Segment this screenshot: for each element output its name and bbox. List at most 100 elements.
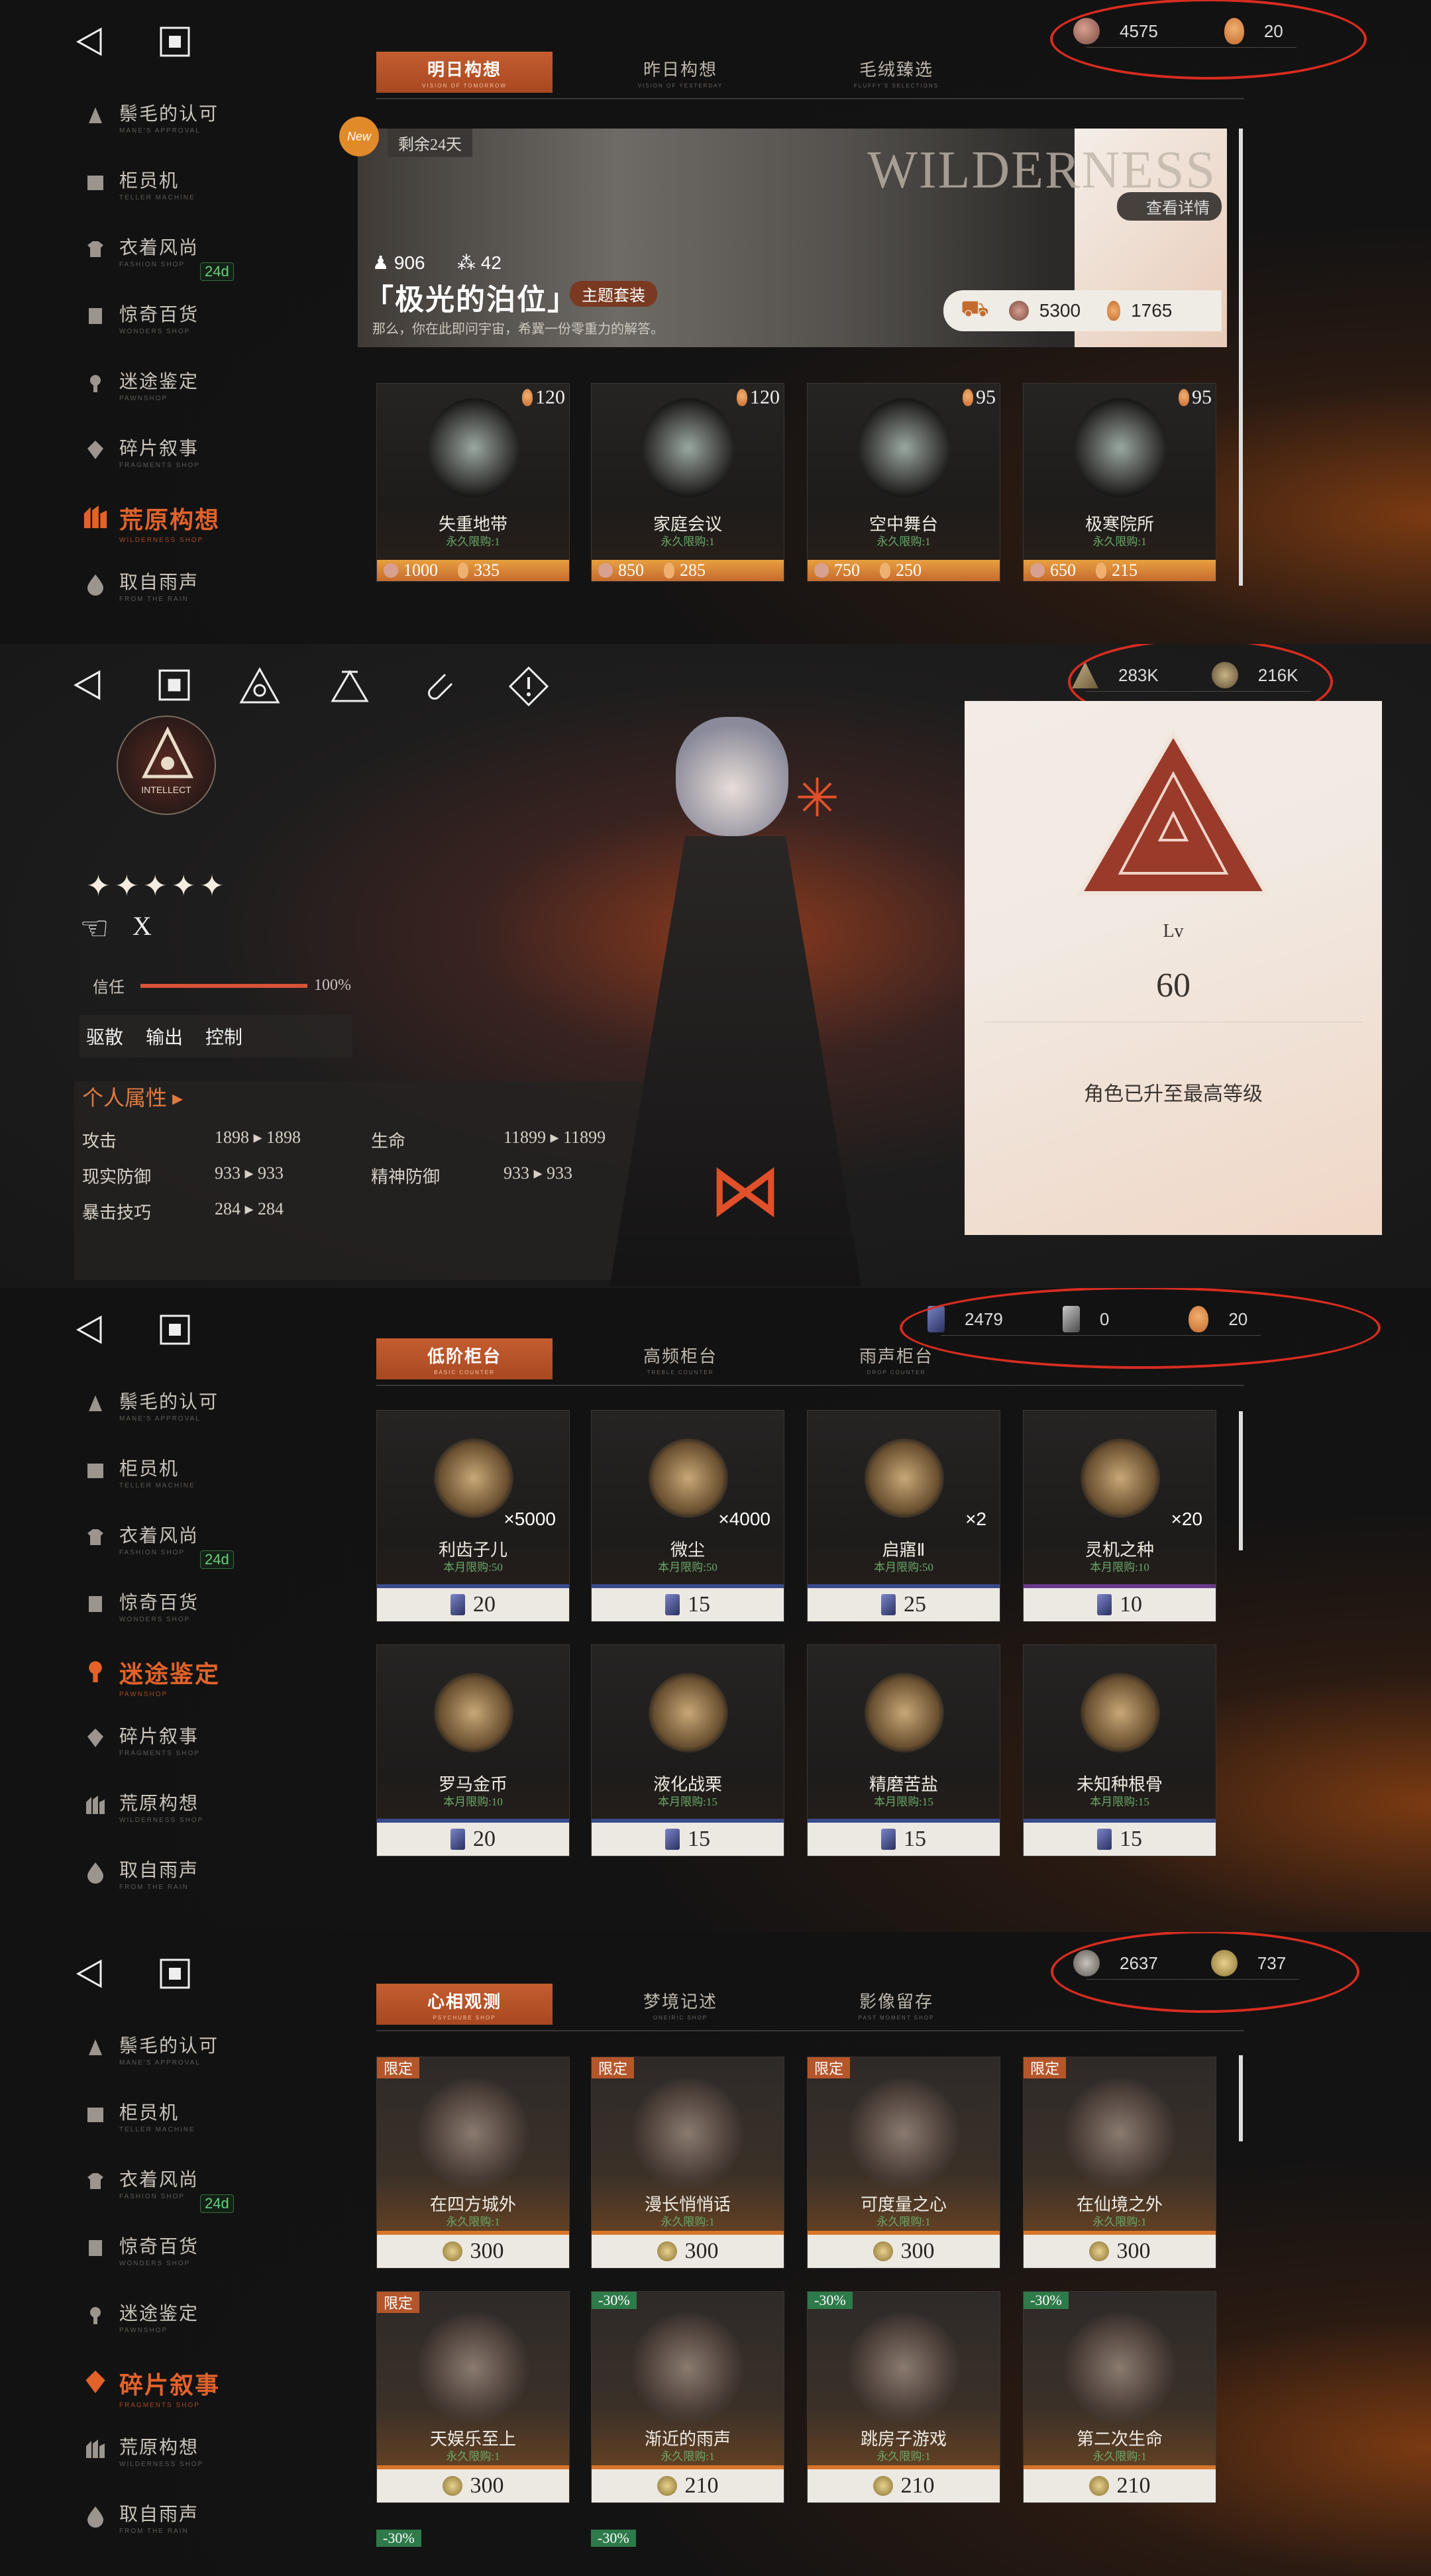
limited-tag: 限定	[592, 2057, 635, 2078]
level-up-icon[interactable]	[329, 665, 371, 708]
view-detail-button[interactable]: 查看详情	[1117, 192, 1222, 221]
tooth-icon	[1179, 389, 1189, 406]
purchase-limit: 永久限购:1	[661, 2450, 715, 2463]
sidebar-item-wonders[interactable]: 惊奇百货 WONDERS SHOP	[81, 2227, 280, 2294]
coin-icon	[1030, 563, 1045, 578]
shop-card[interactable]: ×5000 利齿子儿 本月限购:50 20	[376, 1410, 570, 1622]
price-tag: 95	[1179, 386, 1212, 409]
scrollbar[interactable]	[1239, 129, 1243, 586]
shop-card[interactable]: 120 失重地带 永久限购:1 1000 335	[376, 383, 570, 582]
teller-icon	[81, 168, 110, 197]
tab-drop-counter[interactable]: 雨声柜台 DROP COUNTER	[808, 1338, 984, 1379]
sidebar-item-rain[interactable]: 取自雨声 FROM THE RAIN	[81, 563, 280, 629]
tab-vision-yesterday[interactable]: 昨日构想 VISION OF YESTERDAY	[592, 52, 768, 93]
price-value: 20	[473, 1592, 496, 1617]
bundle-price[interactable]: ⛟ 5300 1765	[943, 290, 1222, 331]
scrollbar[interactable]	[1239, 2055, 1243, 2141]
sidebar-item-teller[interactable]: 柜员机 TELLER MACHINE	[81, 2093, 280, 2160]
shop-card[interactable]: ×4000 微尘 本月限购:50 15	[591, 1410, 784, 1622]
tab-psychube-shop[interactable]: 心相观测 PSYCHUBE SHOP	[376, 1984, 553, 2025]
back-icon[interactable]	[72, 669, 103, 701]
price-row: 210	[808, 2469, 1000, 2502]
attributes-title[interactable]: 个人属性 ▸	[82, 1081, 183, 1112]
tab-sublabel: DROP COUNTER	[867, 1369, 926, 1375]
psychube-card[interactable]: -30% 跳房子游戏 永久限购:1 210	[807, 2291, 1000, 2503]
attr-reality-def: 现实防御 933 ▸ 933	[82, 1163, 284, 1188]
shop-card[interactable]: ×20 灵机之种 本月限购:10 10	[1023, 1410, 1216, 1622]
psychube-card[interactable]: 限定 在仙境之外 永久限购:1 300	[1023, 2057, 1216, 2269]
sidebar-item-mane[interactable]: 鬃毛的认可 MANE'S APPROVAL	[81, 1382, 280, 1449]
warning-icon[interactable]	[507, 665, 550, 708]
tab-past-moment-shop[interactable]: 影像留存 PAST MOMENT SHOP	[808, 1984, 984, 2025]
sidebar-item-wonders[interactable]: 惊奇百货 WONDERS SHOP	[81, 1583, 280, 1650]
scrollbar[interactable]	[1239, 1411, 1243, 1550]
hand-icon: ☜	[80, 910, 109, 947]
sidebar-item-fragments[interactable]: 碎片叙事 FRAGMENTS SHOP	[81, 429, 280, 496]
sidebar-item-wilderness[interactable]: 荒原构想 WILDERNESS SHOP	[81, 496, 280, 563]
back-icon[interactable]	[74, 27, 105, 57]
price-row: 300	[1024, 2235, 1216, 2268]
trust-label: 信任	[93, 979, 125, 996]
home-icon[interactable]	[159, 1958, 191, 1990]
psychube-card[interactable]: 限定 在四方城外 永久限购:1 300	[376, 2057, 570, 2269]
wonders-icon	[81, 2233, 110, 2263]
discount-tag: -30%	[376, 2530, 421, 2547]
pawnshop-icon	[81, 368, 110, 398]
sidebar-item-mane[interactable]: 鬃毛的认可 MANE'S APPROVAL	[81, 2026, 280, 2093]
sidebar-item-pawnshop[interactable]: 迷途鉴定 PAWNSHOP	[81, 2294, 280, 2361]
psychube-card[interactable]: 限定 漫长悄悄话 永久限购:1 300	[591, 2057, 784, 2269]
shop-card[interactable]: 120 家庭会议 永久限购:1 850 285	[591, 383, 784, 582]
psychube-card[interactable]: -30% 渐近的雨声 永久限购:1 210	[591, 2291, 784, 2503]
insight-icon[interactable]	[238, 665, 281, 708]
psychube-card[interactable]: 限定 天娱乐至上 永久限购:1 300	[376, 2291, 570, 2503]
tab-oneiric-shop[interactable]: 梦境记述 ONEIRIC SHOP	[592, 1984, 768, 2025]
theme-banner[interactable]: 剩余24天 WILDERNESS 查看详情 ♟ 906 ⁂ 42 「极光的泊位」…	[358, 129, 1227, 347]
purchase-limit: 永久限购:1	[446, 2450, 500, 2463]
shop-card[interactable]: 95 极寒院所 永久限购:1 650 215	[1023, 383, 1216, 582]
sidebar-item-wilderness[interactable]: 荒原构想 WILDERNESS SHOP	[81, 2428, 280, 2495]
sidebar-item-rain[interactable]: 取自雨声 FROM THE RAIN	[81, 2495, 280, 2561]
tab-vision-tomorrow[interactable]: 明日构想 VISION OF TOMORROW	[376, 52, 553, 93]
shop-card[interactable]: 液化战栗 本月限购:15 15	[591, 1644, 784, 1856]
limited-tag: 限定	[1024, 2057, 1067, 2078]
home-icon[interactable]	[159, 1314, 191, 1346]
psychube-card[interactable]: -30% 第二次生命 永久限购:1 210	[1023, 2291, 1216, 2503]
shop-card[interactable]: 精磨苦盐 本月限购:15 15	[807, 1644, 1000, 1856]
home-icon[interactable]	[158, 669, 191, 702]
sidebar-item-label: 衣着风尚	[119, 1526, 199, 1546]
shop-card[interactable]: 罗马金币 本月限购:10 20	[376, 1644, 570, 1856]
sidebar-item-label: 柜员机	[119, 2103, 180, 2123]
sidebar-item-fragments[interactable]: 碎片叙事 FRAGMENTS SHOP	[81, 1717, 280, 1784]
rain-icon	[81, 2501, 110, 2530]
sidebar-item-fashion[interactable]: 衣着风尚 FASHION SHOP 24d	[81, 1516, 280, 1583]
sidebar-item-teller[interactable]: 柜员机 TELLER MACHINE	[81, 161, 280, 228]
sidebar-item-mane[interactable]: 鬃毛的认可 MANE'S APPROVAL	[81, 94, 280, 161]
home-icon[interactable]	[159, 26, 191, 58]
shop-card[interactable]: 95 空中舞台 永久限购:1 750 250	[807, 383, 1000, 582]
shop-card[interactable]: ×2 启寤Ⅱ 本月限购:50 25	[807, 1410, 1000, 1622]
sidebar-item-teller[interactable]: 柜员机 TELLER MACHINE	[81, 1449, 280, 1516]
ticket-icon	[881, 1594, 896, 1615]
tab-basic-counter[interactable]: 低阶柜台 BASIC COUNTER	[376, 1338, 553, 1379]
tab-label: 毛绒臻选	[859, 60, 933, 80]
shop-card[interactable]: 未知种根骨 本月限购:15 15	[1023, 1644, 1216, 1856]
psychube-card[interactable]: 限定 可度量之心 永久限购:1 300	[807, 2057, 1000, 2269]
sidebar-item-fragments[interactable]: 碎片叙事 FRAGMENTS SHOP	[81, 2361, 280, 2428]
attachment-icon[interactable]	[419, 665, 461, 708]
stat-count: ⁂ 42	[457, 252, 502, 273]
afflatus-label: INTELLECT	[141, 784, 191, 795]
sidebar-item-rain[interactable]: 取自雨声 FROM THE RAIN	[81, 1851, 280, 1917]
tab-fluffy-selections[interactable]: 毛绒臻选 FLUFFY'S SELECTIONS	[808, 52, 984, 93]
sidebar-item-fashion[interactable]: 衣着风尚 FASHION SHOP 24d	[81, 2160, 280, 2227]
panel-pawnshop: 2479 0 20 低阶柜台 BASIC COUNTER 高频柜台 TREBLE C…	[0, 1288, 1431, 1932]
sidebar-item-fashion[interactable]: 衣着风尚 FASHION SHOP 24d	[81, 228, 280, 295]
sidebar-item-wonders[interactable]: 惊奇百货 WONDERS SHOP	[81, 295, 280, 362]
sidebar-item-label: 取自雨声	[119, 2504, 199, 2525]
back-icon[interactable]	[74, 1315, 105, 1345]
level-triangle-icon	[1077, 730, 1270, 895]
sidebar-item-wilderness[interactable]: 荒原构想 WILDERNESS SHOP	[81, 1784, 280, 1851]
sidebar-item-pawnshop[interactable]: 迷途鉴定 PAWNSHOP	[81, 362, 280, 429]
sidebar-item-pawnshop[interactable]: 迷途鉴定 PAWNSHOP	[81, 1650, 280, 1717]
back-icon[interactable]	[74, 1959, 105, 1989]
tab-treble-counter[interactable]: 高频柜台 TREBLE COUNTER	[592, 1338, 768, 1379]
